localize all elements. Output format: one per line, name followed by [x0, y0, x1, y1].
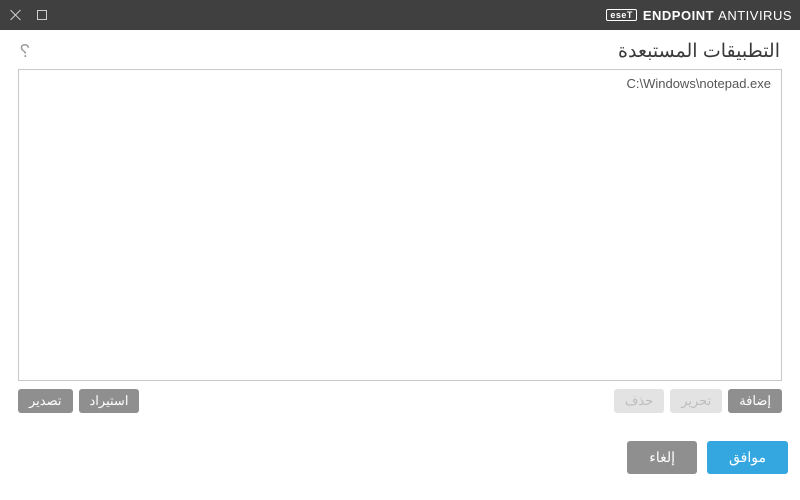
maximize-icon[interactable] [36, 9, 48, 21]
brand-badge: eseT [606, 9, 637, 21]
help-icon[interactable]: ? [20, 41, 30, 62]
add-button[interactable]: إضافة [728, 389, 782, 413]
titlebar: eseT ENDPOINT ANTIVIRUS [0, 0, 800, 30]
delete-button[interactable]: حذف [614, 389, 664, 413]
close-icon[interactable] [10, 9, 22, 21]
toolbar-left-group: تصدير استيراد [18, 389, 139, 413]
brand: eseT ENDPOINT ANTIVIRUS [606, 8, 792, 23]
export-button[interactable]: تصدير [18, 389, 73, 413]
excluded-apps-list[interactable]: C:\Windows\notepad.exe [18, 69, 782, 381]
header: ? التطبيقات المستبعدة [0, 30, 800, 69]
window-controls [10, 9, 48, 21]
dialog-footer: موافق إلغاء [0, 413, 800, 486]
list-toolbar: تصدير استيراد حذف تحرير إضافة [0, 381, 800, 413]
cancel-button[interactable]: إلغاء [627, 441, 697, 474]
import-button[interactable]: استيراد [79, 389, 140, 413]
brand-text-bold: ENDPOINT [643, 8, 714, 23]
ok-button[interactable]: موافق [707, 441, 788, 474]
page-title: التطبيقات المستبعدة [618, 40, 780, 63]
brand-text-light: ANTIVIRUS [718, 8, 792, 23]
list-item[interactable]: C:\Windows\notepad.exe [29, 76, 771, 91]
edit-button[interactable]: تحرير [670, 389, 722, 413]
toolbar-right-group: حذف تحرير إضافة [614, 389, 782, 413]
